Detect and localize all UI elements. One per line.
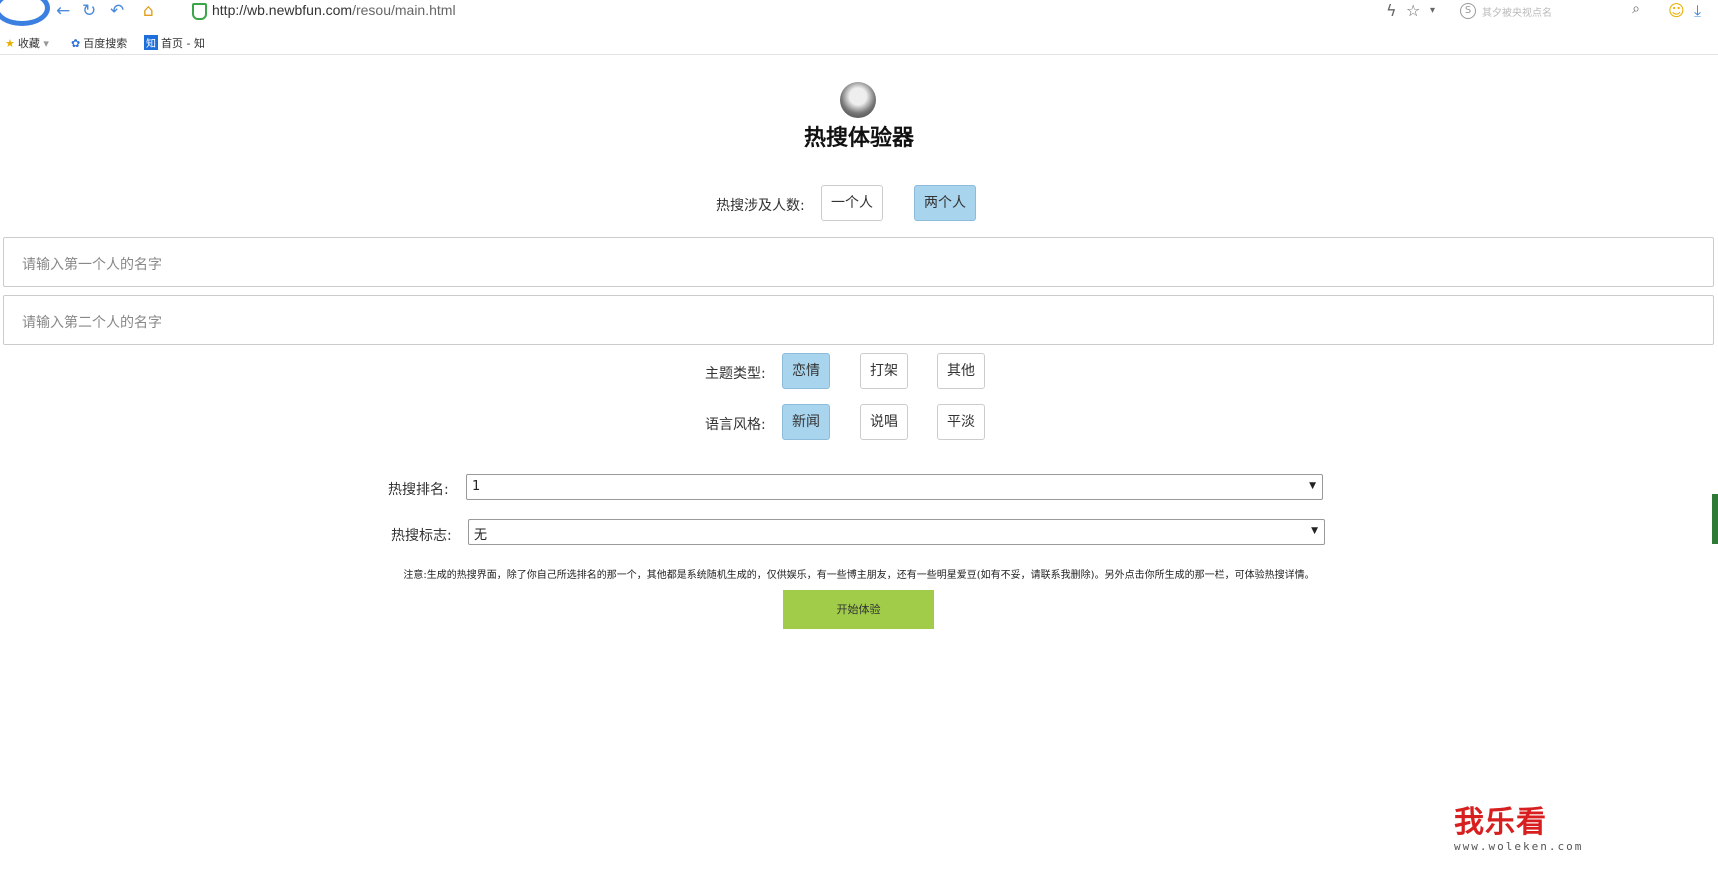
topic-type-label: 主题类型:	[705, 366, 766, 382]
bookmark-favorites[interactable]: ★ 收藏 ▾	[5, 35, 49, 51]
url-path: /resou/main.html	[352, 2, 456, 18]
chevron-down-icon: ▼	[1311, 526, 1318, 536]
chevron-down-icon: ▼	[1309, 481, 1316, 491]
option-two-persons[interactable]: 两个人	[914, 185, 976, 221]
bookmarks-bar: ★ 收藏 ▾ ✿ 百度搜索 知首页 - 知	[0, 30, 1718, 55]
rank-select[interactable]: 1 ▼	[466, 474, 1323, 500]
option-style-rap[interactable]: 说唱	[860, 404, 908, 440]
first-name-input[interactable]: 请输入第一个人的名字	[3, 237, 1714, 287]
page-title: 热搜体验器	[803, 126, 914, 151]
bookmark-label: 百度搜索	[83, 37, 128, 50]
browser-logo-icon	[0, 0, 50, 26]
zhihu-icon: 知	[144, 35, 158, 50]
watermark-main: 我乐看	[1454, 805, 1547, 840]
language-style-label: 语言风格:	[705, 417, 766, 433]
bookmark-zhihu[interactable]: 知首页 - 知	[144, 35, 205, 51]
notice-text: 注意:生成的热搜界面，除了你自己所选排名的那一个，其他都是系统随机生成的，仅供娱…	[403, 570, 1315, 581]
url-text: http://wb.newbfun.com/resou/main.html	[212, 2, 456, 18]
option-style-plain[interactable]: 平淡	[937, 404, 985, 440]
bookmark-baidu[interactable]: ✿ 百度搜索	[71, 35, 127, 51]
url-host: http://wb.newbfun.com	[212, 2, 353, 18]
home-icon[interactable]: ⌂	[143, 1, 154, 21]
refresh-icon[interactable]: ↻	[82, 1, 96, 21]
lightning-icon[interactable]: ϟ	[1386, 1, 1397, 20]
option-topic-other[interactable]: 其他	[937, 353, 985, 389]
option-topic-fight[interactable]: 打架	[860, 353, 908, 389]
mark-select[interactable]: 无 ▼	[468, 519, 1325, 545]
browser-toolbar: ← ↻ ↶ ⌂ http://wb.newbfun.com/resou/main…	[0, 0, 1718, 26]
star-icon: ★	[5, 37, 15, 50]
browser-search-box[interactable]: S 其夕被央视点名 ⌕	[1456, 1, 1644, 21]
undo-icon[interactable]: ↶	[110, 1, 124, 21]
star-icon[interactable]: ☆	[1406, 1, 1420, 20]
emoji-icon[interactable]: ☺	[1668, 1, 1685, 20]
secure-shield-icon	[192, 3, 207, 20]
people-count-label: 热搜涉及人数:	[716, 198, 805, 214]
rank-value: 1	[472, 479, 481, 494]
dropdown-icon[interactable]: ▾	[1430, 5, 1435, 16]
option-topic-romance[interactable]: 恋情	[782, 353, 830, 389]
rank-label: 热搜排名:	[388, 482, 449, 498]
paw-icon: ✿	[71, 37, 81, 50]
mark-label: 热搜标志:	[391, 528, 452, 544]
back-icon[interactable]: ←	[56, 1, 70, 21]
bookmark-label: 收藏	[17, 37, 40, 50]
avatar	[840, 82, 876, 118]
first-name-placeholder: 请输入第一个人的名字	[22, 257, 162, 273]
option-style-news[interactable]: 新闻	[782, 404, 830, 440]
side-scroll-handle[interactable]	[1712, 494, 1718, 544]
watermark-sub: www.woleken.com	[1454, 840, 1584, 853]
chevron-down-icon: ▾	[43, 37, 49, 50]
address-bar[interactable]: http://wb.newbfun.com/resou/main.html	[188, 0, 1338, 22]
download-icon[interactable]: ⤓	[1694, 1, 1701, 21]
second-name-input[interactable]: 请输入第二个人的名字	[3, 295, 1714, 345]
bookmark-label: 首页 - 知	[161, 37, 205, 50]
option-one-person[interactable]: 一个人	[821, 185, 883, 221]
watermark-logo: 我乐看 www.woleken.com	[1454, 805, 1584, 854]
search-placeholder: 其夕被央视点名	[1482, 8, 1552, 19]
search-engine-icon: S	[1460, 3, 1476, 19]
start-button[interactable]: 开始体验	[783, 590, 934, 629]
search-icon[interactable]: ⌕	[1632, 1, 1640, 17]
second-name-placeholder: 请输入第二个人的名字	[22, 315, 162, 331]
mark-value: 无	[474, 528, 488, 543]
